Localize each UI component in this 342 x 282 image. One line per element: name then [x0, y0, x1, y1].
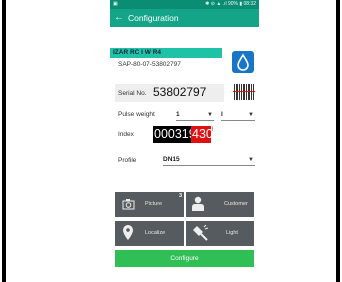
localize-button[interactable]: Localize [115, 221, 184, 246]
serial-label: Serial No. [118, 90, 147, 97]
index-digits-black: 000319 [153, 126, 196, 143]
light-button[interactable]: Light [186, 221, 254, 246]
pulse-weight-select[interactable]: 1 ▼ [176, 110, 214, 121]
picture-button[interactable]: Picture 3 [115, 192, 184, 217]
profile-label: Profile [118, 157, 137, 164]
camera-icon [122, 199, 135, 210]
customer-label: Customer [224, 201, 248, 207]
picture-label: Picture [145, 201, 163, 207]
page-title: Configuration [128, 13, 179, 23]
barcode-scan-icon[interactable] [233, 83, 255, 101]
index-unit: l [212, 127, 214, 133]
profile-value: DN15 [163, 156, 180, 163]
chevron-down-icon: ▼ [207, 112, 213, 118]
status-bar: ▣ ✱ ⊘ ▲ .ıl 90% ▮ 08:32 [110, 0, 259, 9]
person-icon [192, 196, 204, 211]
profile-select[interactable]: DN15 ▼ [163, 155, 255, 166]
index-label: Index [118, 131, 134, 138]
chevron-down-icon: ▼ [248, 112, 254, 118]
location-pin-icon [123, 225, 133, 240]
picture-count-badge: 3 [179, 193, 183, 199]
back-arrow-icon[interactable]: ← [114, 11, 124, 25]
right-frame-border [336, 0, 340, 282]
configure-button[interactable]: Configure [115, 250, 254, 267]
left-frame-border [2, 0, 6, 282]
notification-icon: ▣ [113, 1, 118, 7]
phone-screen: ▣ ✱ ⊘ ▲ .ıl 90% ▮ 08:32 ← Configuration … [110, 0, 259, 280]
sap-number: SAP-80-07-53802797 [118, 61, 181, 68]
pulse-weight-label: Pulse weight [118, 111, 155, 118]
pulse-unit-value: l [221, 111, 223, 118]
light-label: Light [226, 230, 238, 236]
localize-label: Localize [145, 230, 166, 236]
water-drop-icon [232, 51, 254, 73]
flashlight-icon [193, 225, 208, 241]
pulse-weight-value: 1 [176, 111, 180, 118]
customer-button[interactable]: Customer [186, 192, 254, 217]
chevron-down-icon: ▼ [248, 157, 254, 163]
index-digits-red: 430 [191, 126, 213, 143]
pulse-unit-select[interactable]: l ▼ [221, 110, 255, 121]
app-bar: ← Configuration [110, 9, 259, 27]
serial-value: 53802797 [153, 85, 207, 99]
status-indicators: ✱ ⊘ ▲ .ıl 90% ▮ 08:32 [205, 1, 256, 7]
meter-name: IZAR RC I W R4 [110, 48, 222, 58]
